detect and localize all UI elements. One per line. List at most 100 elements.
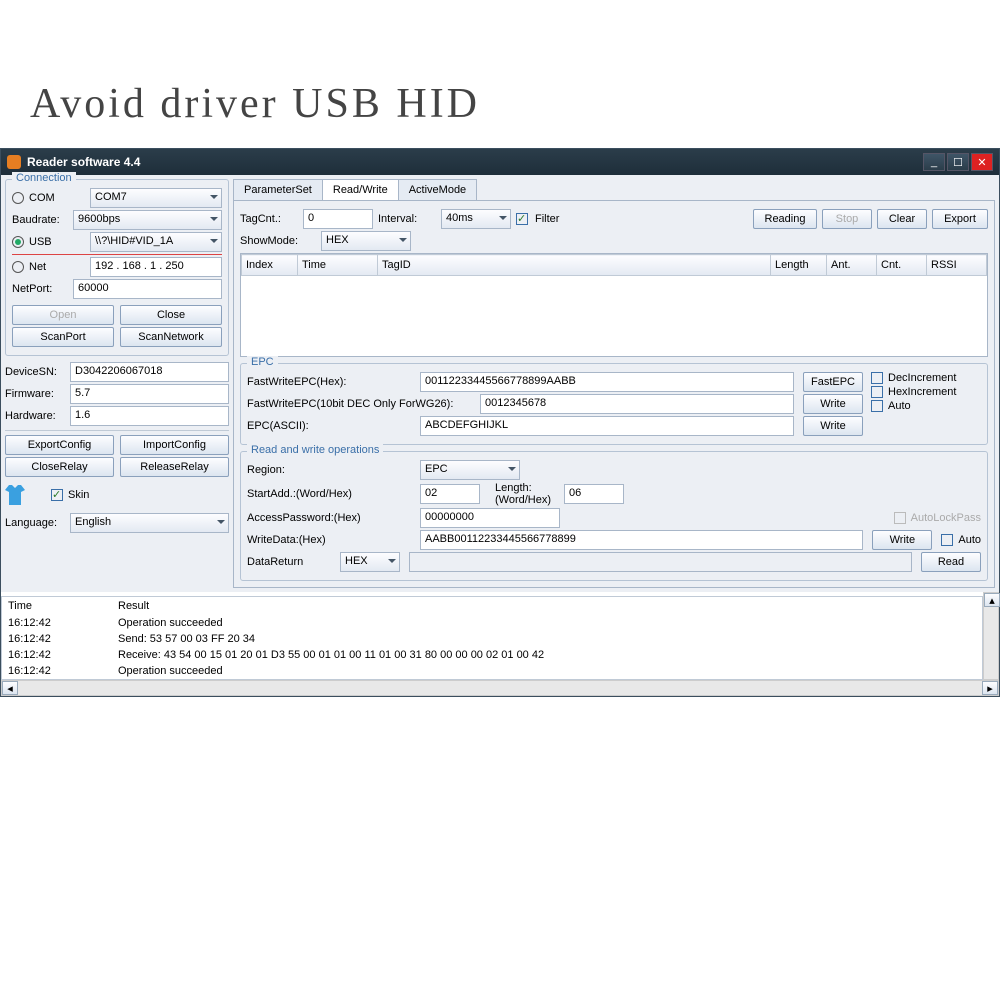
hexincrement-label: HexIncrement <box>888 386 956 398</box>
writedata-input[interactable]: AABB00112233445566778899 <box>420 530 863 550</box>
epcascii-input[interactable]: ABCDEFGHIJKL <box>420 416 794 436</box>
epc-title: EPC <box>247 356 278 368</box>
writeauto-checkbox[interactable] <box>941 534 953 546</box>
skin-label: Skin <box>68 489 89 501</box>
close-window-button[interactable]: ✕ <box>971 153 993 171</box>
length-label: Length:(Word/Hex) <box>495 482 553 506</box>
autolock-checkbox <box>894 512 906 524</box>
read-button[interactable]: Read <box>921 552 981 572</box>
tab-parameterset[interactable]: ParameterSet <box>233 179 323 200</box>
close-button[interactable]: Close <box>120 305 222 325</box>
accesspwd-input[interactable]: 00000000 <box>420 508 560 528</box>
devicesn-input: D3042206067018 <box>70 362 229 382</box>
scannetwork-button[interactable]: ScanNetwork <box>120 327 222 347</box>
hardware-input: 1.6 <box>70 406 229 426</box>
app-icon <box>7 155 21 169</box>
devicesn-label: DeviceSN: <box>5 366 67 378</box>
col-tagid[interactable]: TagID <box>378 255 771 276</box>
skin-checkbox[interactable] <box>51 489 63 501</box>
clear-button[interactable]: Clear <box>877 209 927 229</box>
net-radio[interactable] <box>12 261 24 273</box>
tab-activemode[interactable]: ActiveMode <box>398 179 477 200</box>
page-heading: Avoid driver USB HID <box>0 0 1000 148</box>
tag-table: Index Time TagID Length Ant. Cnt. RSSI <box>240 253 988 357</box>
autolock-label: AutoLockPass <box>911 512 981 524</box>
decincrement-checkbox[interactable] <box>871 372 883 384</box>
startadd-input[interactable]: 02 <box>420 484 480 504</box>
fastwrite-input[interactable]: 00112233445566778899AABB <box>420 372 794 392</box>
writeascii-button[interactable]: Write <box>803 416 863 436</box>
scroll-up-icon[interactable]: ▴ <box>984 593 1000 607</box>
region-label: Region: <box>247 464 417 476</box>
hexincrement-checkbox[interactable] <box>871 386 883 398</box>
col-time[interactable]: Time <box>298 255 378 276</box>
auto-label: Auto <box>888 400 911 412</box>
releaserelay-button[interactable]: ReleaseRelay <box>120 457 229 477</box>
window-title: Reader software 4.4 <box>27 155 923 169</box>
rwops-panel: Read and write operations Region: EPC St… <box>240 451 988 581</box>
datareturn-select[interactable]: HEX <box>340 552 400 572</box>
col-rssi[interactable]: RSSI <box>927 255 987 276</box>
language-label: Language: <box>5 517 67 529</box>
log-row: 16:12:42Operation succeeded <box>2 663 982 679</box>
importconfig-button[interactable]: ImportConfig <box>120 435 229 455</box>
firmware-label: Firmware: <box>5 388 67 400</box>
fastepc-button[interactable]: FastEPC <box>803 372 863 392</box>
log-scrollbar-v[interactable]: ▴ <box>983 592 999 680</box>
language-select[interactable]: English <box>70 513 229 533</box>
writeauto-label: Auto <box>958 534 981 546</box>
tagcnt-input[interactable]: 0 <box>303 209 373 229</box>
log-row: 16:12:42Send: 53 57 00 03 FF 20 34 <box>2 631 982 647</box>
usb-label: USB <box>29 236 87 248</box>
auto-checkbox[interactable] <box>871 400 883 412</box>
write-button[interactable]: Write <box>872 530 932 550</box>
col-cnt[interactable]: Cnt. <box>877 255 927 276</box>
filter-label: Filter <box>535 213 559 225</box>
interval-select[interactable]: 40ms <box>441 209 511 229</box>
epc-panel: EPC FastWriteEPC(Hex): 00112233445566778… <box>240 363 988 445</box>
maximize-button[interactable]: ☐ <box>947 153 969 171</box>
minimize-button[interactable]: _ <box>923 153 945 171</box>
col-ant[interactable]: Ant. <box>827 255 877 276</box>
scanport-button[interactable]: ScanPort <box>12 327 114 347</box>
scroll-left-icon[interactable]: ◂ <box>2 681 18 695</box>
net-input[interactable]: 192 . 168 . 1 . 250 <box>90 257 222 277</box>
open-button[interactable]: Open <box>12 305 114 325</box>
col-index[interactable]: Index <box>242 255 298 276</box>
titlebar: Reader software 4.4 _ ☐ ✕ <box>1 149 999 175</box>
scroll-right-icon[interactable]: ▸ <box>982 681 998 695</box>
stop-button[interactable]: Stop <box>822 209 872 229</box>
scrollbar-h[interactable]: ◂ ▸ <box>1 680 999 696</box>
log-col-result: Result <box>112 597 982 615</box>
writedata-label: WriteData:(Hex) <box>247 534 417 546</box>
write10-button[interactable]: Write <box>803 394 863 414</box>
net-label: Net <box>29 261 87 273</box>
tshirt-icon <box>5 485 25 505</box>
connection-panel: Connection COM COM7 Baudrate: 9600bps US… <box>5 179 229 356</box>
fastwrite10-input[interactable]: 0012345678 <box>480 394 794 414</box>
reading-button[interactable]: Reading <box>753 209 817 229</box>
filter-checkbox[interactable] <box>516 213 528 225</box>
firmware-input: 5.7 <box>70 384 229 404</box>
accesspwd-label: AccessPassword:(Hex) <box>247 512 417 524</box>
col-length[interactable]: Length <box>771 255 827 276</box>
netport-input[interactable]: 60000 <box>73 279 222 299</box>
log-col-time: Time <box>2 597 112 615</box>
showmode-select[interactable]: HEX <box>321 231 411 251</box>
tab-readwrite[interactable]: Read/Write <box>322 179 399 200</box>
rwops-title: Read and write operations <box>247 444 383 456</box>
length-input[interactable]: 06 <box>564 484 624 504</box>
app-window: Reader software 4.4 _ ☐ ✕ Connection COM… <box>0 148 1000 697</box>
export-button[interactable]: Export <box>932 209 988 229</box>
fastwrite10-label: FastWriteEPC(10bit DEC Only ForWG26): <box>247 398 477 410</box>
epcascii-label: EPC(ASCII): <box>247 420 417 432</box>
closerelay-button[interactable]: CloseRelay <box>5 457 114 477</box>
usb-select[interactable]: \\?\HID#VID_1A <box>90 232 222 252</box>
exportconfig-button[interactable]: ExportConfig <box>5 435 114 455</box>
usb-radio[interactable] <box>12 236 24 248</box>
com-select[interactable]: COM7 <box>90 188 222 208</box>
region-select[interactable]: EPC <box>420 460 520 480</box>
tagcnt-label: TagCnt.: <box>240 213 298 225</box>
com-radio[interactable] <box>12 192 24 204</box>
baud-select[interactable]: 9600bps <box>73 210 222 230</box>
